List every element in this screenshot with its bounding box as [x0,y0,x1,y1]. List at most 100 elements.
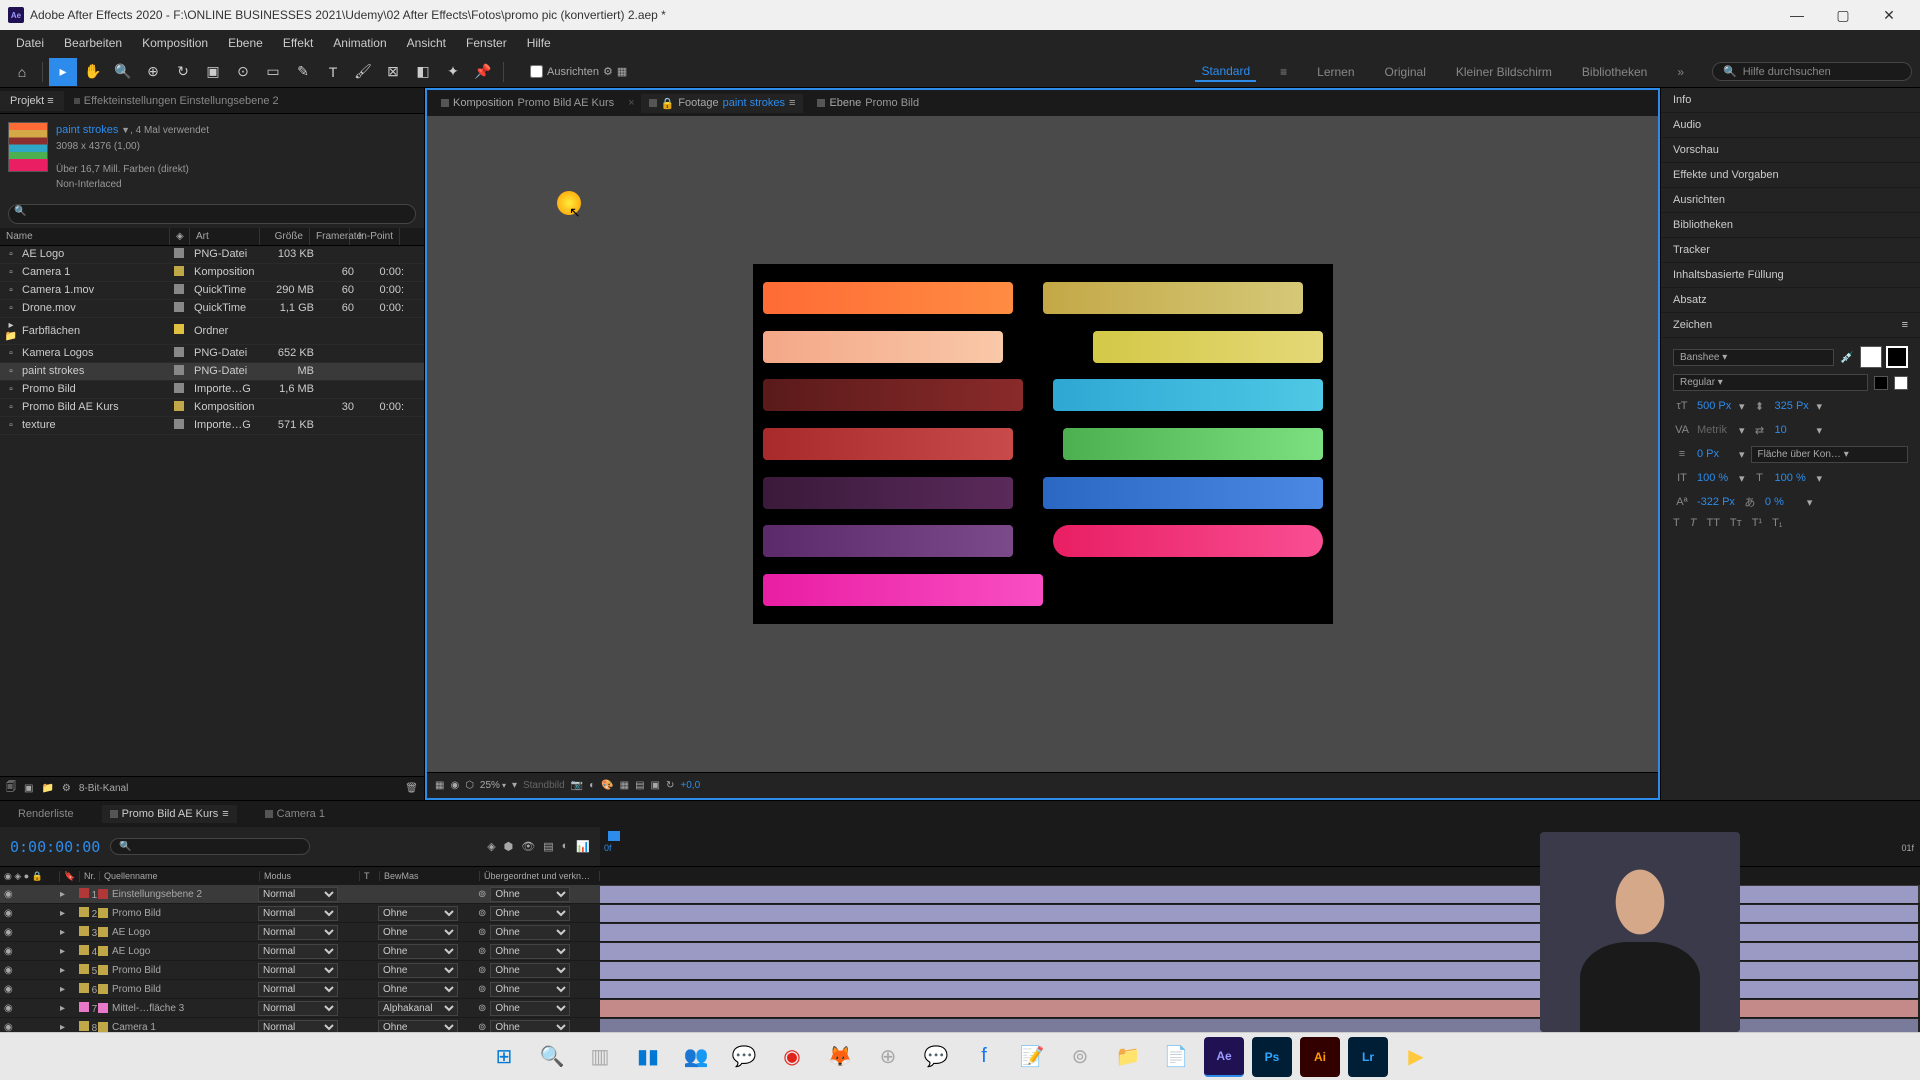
col-name[interactable]: Name [0,228,170,245]
timecode[interactable]: 0:00:00:00 [10,838,100,856]
start-button[interactable]: ⊞ [484,1037,524,1077]
project-item[interactable]: ▫textureImporte…G571 KB [0,417,424,435]
trash-icon[interactable]: 🗑 [405,783,418,794]
workspace-kleiner[interactable]: Kleiner Bildschirm [1450,63,1558,81]
project-item[interactable]: ▫paint strokesPNG-Datei MB [0,363,424,381]
facebook-icon[interactable]: f [964,1037,1004,1077]
whatsapp-icon[interactable]: 💬 [724,1037,764,1077]
eraser-tool[interactable]: ◧ [409,58,437,86]
kerning-value[interactable]: Metrik [1697,424,1733,436]
notepad-icon[interactable]: 📄 [1156,1037,1196,1077]
text-tool[interactable]: T [319,58,347,86]
fill-over-stroke-select[interactable]: Fläche über Kon… ▾ [1751,446,1908,463]
project-item[interactable]: ▫Camera 1.movQuickTime290 MB600:00: [0,282,424,300]
orbit-tool[interactable]: ⊕ [139,58,167,86]
col-t[interactable]: T [360,871,380,881]
baseline-value[interactable]: -322 Px [1697,496,1735,508]
time-value[interactable]: +0,0 [680,780,700,791]
tsume-value[interactable]: 0 % [1765,496,1801,508]
after-effects-taskbar-icon[interactable]: Ae [1204,1037,1244,1077]
panel-menu-icon[interactable]: ≡ [1902,319,1908,331]
alpha-icon[interactable]: ▦ [435,780,444,791]
show-channel-icon[interactable]: ◐ [589,780,595,791]
tab-komposition[interactable]: Komposition Promo Bild AE Kurs [433,94,622,112]
project-item[interactable]: ▫Promo BildImporte…G1,6 MB [0,381,424,399]
zoom-value[interactable]: 25% [480,780,506,791]
workspace-standard[interactable]: Standard [1195,62,1256,82]
selection-tool[interactable]: ▸ [49,58,77,86]
pan-behind-tool[interactable]: ⊙ [229,58,257,86]
illustrator-icon[interactable]: Ai [1300,1037,1340,1077]
camera-tool[interactable]: ▣ [199,58,227,86]
col-label[interactable]: ◈ [170,228,190,245]
menu-ansicht[interactable]: Ansicht [397,32,456,54]
taskbar-search-icon[interactable]: 🔍 [532,1037,572,1077]
tab-projekt[interactable]: Projekt ≡ [0,91,64,111]
faux-italic-icon[interactable]: T [1690,517,1697,529]
col-modus[interactable]: Modus [260,871,360,881]
panel-ausrichten[interactable]: Ausrichten [1661,188,1920,213]
snap-checkbox[interactable] [530,65,543,78]
menu-komposition[interactable]: Komposition [132,32,218,54]
menu-datei[interactable]: Datei [6,32,54,54]
minimize-button[interactable]: — [1774,0,1820,30]
puppet-tool[interactable]: 📌 [469,58,497,86]
workspace-bibliotheken[interactable]: Bibliotheken [1576,63,1653,81]
messenger-icon[interactable]: 💬 [916,1037,956,1077]
subscript-icon[interactable]: T₁ [1772,517,1782,529]
menu-ebene[interactable]: Ebene [218,32,273,54]
col-fps[interactable]: Framerate [310,228,350,245]
guides-icon[interactable]: ▤ [635,780,644,791]
app-icon-yellow[interactable]: ▶ [1396,1037,1436,1077]
graph-editor-icon[interactable]: 📊 [576,840,590,853]
hand-tool[interactable]: ✋ [79,58,107,86]
bit-depth[interactable]: 8-Bit-Kanal [79,783,128,794]
channel-icon[interactable]: ◉ [450,780,459,791]
close-button[interactable]: ✕ [1866,0,1912,30]
shape-tool[interactable]: ▭ [259,58,287,86]
firefox-icon[interactable]: 🦊 [820,1037,860,1077]
panel-bibliotheken[interactable]: Bibliotheken [1661,213,1920,238]
superscript-icon[interactable]: T¹ [1752,517,1762,529]
brush-tool[interactable]: 🖌 [349,58,377,86]
folder-icon[interactable]: 📁 [1108,1037,1148,1077]
panel-info[interactable]: Info [1661,88,1920,113]
col-size[interactable]: Größe [260,228,310,245]
frame-blend-icon[interactable]: ▤ [543,840,553,853]
faux-bold-icon[interactable]: T [1673,517,1680,529]
col-art[interactable]: Art [190,228,260,245]
color-mgmt-icon[interactable]: 🎨 [601,780,613,791]
eyedropper-icon[interactable]: 💉 [1840,351,1854,364]
maximize-button[interactable]: ▢ [1820,0,1866,30]
menu-bearbeiten[interactable]: Bearbeiten [54,32,132,54]
workspace-lernen[interactable]: Lernen [1311,63,1360,81]
timeline-search-input[interactable] [110,838,310,855]
panel-tracker[interactable]: Tracker [1661,238,1920,263]
col-parent[interactable]: Übergeordnet und verkn… [480,871,600,881]
app-icon-generic[interactable]: ⊕ [868,1037,908,1077]
panel-vorschau[interactable]: Vorschau [1661,138,1920,163]
project-search-input[interactable] [8,204,416,224]
stroke-swatch[interactable] [1886,346,1908,368]
col-quellenname[interactable]: Quellenname [100,871,260,881]
leading-value[interactable]: 325 Px [1775,400,1811,412]
project-item[interactable]: ▫Promo Bild AE KursKomposition300:00: [0,399,424,417]
help-search[interactable]: 🔍 Hilfe durchsuchen [1712,62,1912,81]
smallcaps-icon[interactable]: Tᴛ [1730,517,1742,529]
tab-timeline-comp[interactable]: Promo Bild AE Kurs ≡ [102,805,237,823]
project-item[interactable]: ▫AE LogoPNG-Datei103 KB [0,246,424,264]
grid-icon[interactable]: ▦ [620,780,629,791]
tab-effekteinstellungen[interactable]: Effekteinstellungen Einstellungsebene 2 [64,91,289,111]
stroke-width-value[interactable]: 0 Px [1697,448,1733,460]
app-icon-red[interactable]: ◉ [772,1037,812,1077]
snapshot-icon[interactable]: 📷 [571,780,583,791]
vscale-value[interactable]: 100 % [1697,472,1733,484]
mask-icon[interactable]: ⬡ [465,780,474,791]
clone-tool[interactable]: ⊠ [379,58,407,86]
shy-icon[interactable]: 👁 [521,840,535,853]
font-style-select[interactable]: Regular ▾ [1673,374,1868,391]
notes-icon[interactable]: 📝 [1012,1037,1052,1077]
col-nr[interactable]: Nr. [80,871,100,881]
snap-options-icon[interactable]: ⚙ [603,65,613,78]
tracking-value[interactable]: 10 [1775,424,1811,436]
